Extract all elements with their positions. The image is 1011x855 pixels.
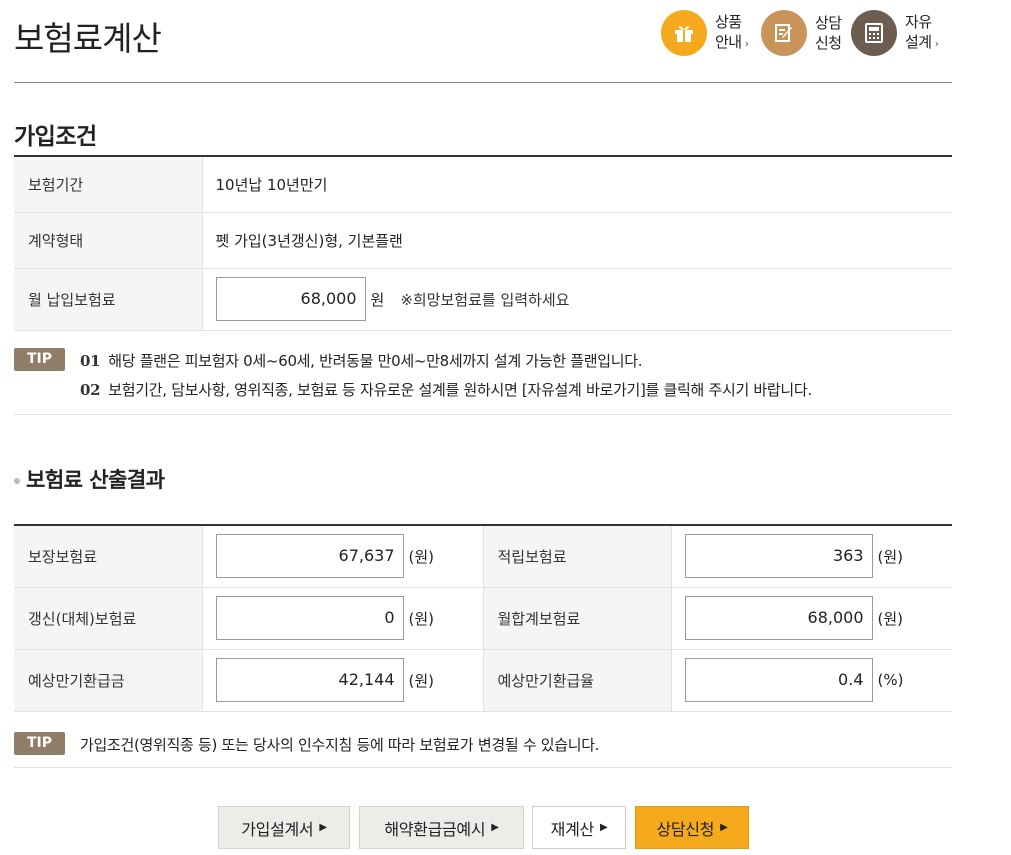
chevron-right-icon: › — [741, 37, 749, 50]
unit-label: (원) — [408, 671, 435, 690]
monthly-total-field: 68,000 — [684, 596, 873, 640]
unit-label: (원) — [408, 547, 435, 566]
table-row: 보험기간 10년납 10년만기 — [14, 156, 952, 213]
unit-label: (원) — [408, 609, 435, 628]
divider — [14, 414, 952, 415]
consult-request-link[interactable]: 상담 신청 — [761, 10, 842, 56]
page-title: 보험료계산 — [14, 19, 162, 58]
monthly-premium-label: 월 납입보험료 — [14, 268, 203, 331]
coverage-premium-field: 67,637 — [215, 534, 404, 579]
contract-type-label: 계약형태 — [14, 212, 203, 269]
consult-button-label: 상담신청 — [656, 819, 715, 839]
unit-label: (원) — [877, 609, 904, 628]
insurance-period-label: 보험기간 — [14, 156, 203, 213]
maturity-refund-label: 예상만기환급금 — [14, 649, 203, 712]
triangle-right-icon: ▶ — [599, 822, 608, 833]
savings-premium-field: 363 — [684, 534, 873, 579]
table-row: 월 납입보험료 68,000 원 ※희망보험료를 입력하세요 — [14, 268, 952, 331]
tip-badge: TIP — [14, 348, 65, 371]
triangle-right-icon: ▶ — [720, 822, 728, 833]
result-title: 보험료 산출결과 — [14, 464, 165, 494]
consult-line1: 상담 — [815, 14, 842, 32]
product-info-line2: 안내 — [715, 33, 742, 51]
table-row: 갱신(대체)보험료 0 (원) 월합계보험료 68,000 (원) — [14, 587, 952, 650]
triangle-right-icon: ▶ — [319, 822, 327, 833]
monthly-premium-input[interactable]: 68,000 — [215, 277, 366, 321]
maturity-refund-field: 42,144 — [215, 658, 404, 702]
divider — [14, 767, 952, 768]
free-design-line2: 설계 — [905, 33, 932, 51]
table-row: 예상만기환급금 42,144 (원) 예상만기환급율 0.4 (%) — [14, 649, 952, 712]
unit-label: (%) — [877, 671, 904, 689]
free-design-line1: 자유 — [905, 13, 932, 31]
maturity-refund-rate-field: 0.4 — [684, 658, 873, 702]
gift-icon — [661, 10, 707, 56]
triangle-right-icon: ▶ — [491, 822, 499, 833]
table-row: 계약형태 펫 가입(3년갱신)형, 기본플랜 — [14, 212, 952, 269]
consult-request-button[interactable]: 상담신청 ▶ — [635, 806, 749, 849]
product-info-link[interactable]: 상품 안내 › — [661, 10, 749, 56]
conditions-table: 보험기간 10년납 10년만기 계약형태 펫 가입(3년갱신)형, 기본플랜 월… — [14, 155, 952, 331]
header-divider — [14, 82, 952, 83]
maturity-refund-rate-label: 예상만기환급율 — [482, 649, 672, 712]
calculator-icon — [851, 10, 897, 56]
tip-badge: TIP — [14, 732, 65, 755]
tip-text: 가입조건(영위직종 등) 또는 당사의 인수지침 등에 따라 보험료가 변경될 … — [80, 736, 600, 754]
chevron-right-icon: › — [931, 37, 939, 50]
recalc-button-label: 재계산 — [550, 819, 595, 839]
monthly-premium-unit: 원 — [370, 290, 385, 309]
product-info-line1: 상품 — [715, 13, 742, 31]
tip-item: 01 해당 플랜은 피보험자 0세~60세, 반려동물 만0세~만8세까지 설계 … — [80, 350, 643, 371]
savings-premium-label: 적립보험료 — [482, 525, 672, 588]
coverage-premium-label: 보장보험료 — [14, 525, 203, 588]
monthly-total-label: 월합계보험료 — [482, 587, 672, 650]
unit-label: (원) — [877, 547, 904, 566]
tip-item-number: 02 — [80, 381, 101, 399]
bullet-icon — [14, 478, 20, 484]
renewal-premium-field: 0 — [215, 596, 404, 640]
surrender-refund-button[interactable]: 해약환급금예시 ▶ — [359, 806, 524, 849]
tip-item-text: 해당 플랜은 피보험자 0세~60세, 반려동물 만0세~만8세까지 설계 가능… — [108, 352, 643, 370]
tip-item: 02 보험기간, 담보사항, 영위직종, 보험료 등 자유로운 설계를 원하시면 … — [80, 379, 812, 400]
table-row: 보장보험료 67,637 (원) 적립보험료 363 (원) — [14, 525, 952, 588]
insurance-period-value: 10년납 10년만기 — [202, 156, 952, 213]
renewal-premium-label: 갱신(대체)보험료 — [14, 587, 203, 650]
consult-line2: 신청 — [815, 34, 842, 52]
tip-item-text: 보험기간, 담보사항, 영위직종, 보험료 등 자유로운 설계를 원하시면 [자… — [108, 381, 812, 399]
proposal-button[interactable]: 가입설계서 ▶ — [218, 806, 350, 849]
conditions-title: 가입조건 — [14, 124, 97, 150]
monthly-premium-hint: ※희망보험료를 입력하세요 — [400, 290, 570, 309]
proposal-button-label: 가입설계서 — [241, 819, 314, 839]
contract-type-value: 펫 가입(3년갱신)형, 기본플랜 — [202, 212, 952, 269]
tip-item-number: 01 — [80, 352, 101, 370]
edit-document-icon — [761, 10, 807, 56]
free-design-link[interactable]: 자유 설계 › — [851, 10, 939, 56]
recalculate-button[interactable]: 재계산 ▶ — [532, 806, 626, 849]
result-table: 보장보험료 67,637 (원) 적립보험료 363 (원) 갱신(대체)보험료 0… — [14, 524, 952, 712]
surrender-button-label: 해약환급금예시 — [384, 819, 486, 839]
